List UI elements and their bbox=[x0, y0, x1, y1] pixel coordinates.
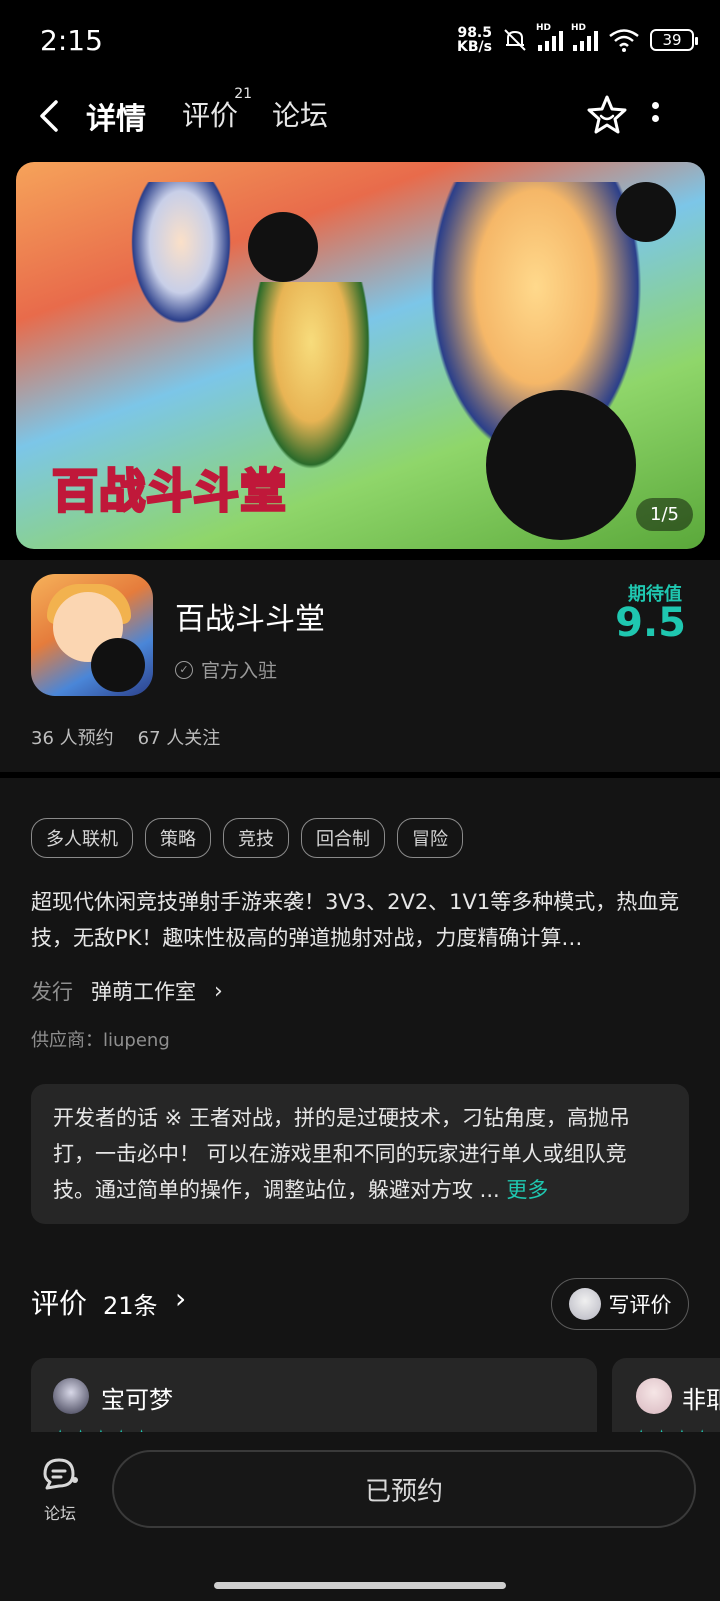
more-menu-icon[interactable] bbox=[648, 98, 662, 132]
game-description[interactable]: 超现代休闲竞技弹射手游来袭！3V3、2V2、1V1等多种模式，热血竞技，无敌PK… bbox=[31, 884, 691, 956]
battery-icon: 39 bbox=[650, 29, 698, 51]
app-icon bbox=[31, 574, 153, 696]
review-title[interactable]: 评价 bbox=[31, 1282, 87, 1322]
signal-icon-2: HD bbox=[571, 23, 598, 51]
tag-item[interactable]: 回合制 bbox=[301, 818, 385, 858]
tag-item[interactable]: 策略 bbox=[145, 818, 211, 858]
wifi-icon bbox=[609, 29, 639, 52]
check-circle-icon: ✓ bbox=[175, 660, 193, 679]
write-review-label: 写评价 bbox=[608, 1293, 672, 1317]
publisher-label: 发行 bbox=[31, 980, 73, 1004]
tab-detail[interactable]: 详情 bbox=[82, 94, 150, 140]
follower-count: 67 人关注 bbox=[137, 728, 221, 749]
details-section: 多人联机 策略 竞技 回合制 冒险 超现代休闲竞技弹射手游来袭！3V3、2V2、… bbox=[0, 778, 720, 1458]
developer-notes[interactable]: 开发者的话 ※ 王者对战，拼的是过硬技术，刁钻角度，高抛吊打，一击必中！ 可以在… bbox=[31, 1084, 689, 1224]
bomb-artwork-3 bbox=[486, 390, 636, 540]
tag-item[interactable]: 冒险 bbox=[397, 818, 463, 858]
tab-review-label: 评价 bbox=[182, 99, 239, 132]
favorite-star-icon[interactable] bbox=[586, 94, 628, 136]
review-count[interactable]: 21条 bbox=[103, 1286, 158, 1321]
more-link[interactable]: 更多 bbox=[506, 1178, 548, 1202]
bottom-bar: 论坛 已预约 bbox=[0, 1432, 720, 1601]
reviewer-avatar bbox=[636, 1378, 672, 1414]
user-avatar bbox=[568, 1288, 601, 1320]
app-name: 百战斗斗堂 bbox=[175, 602, 325, 637]
net-speed-value: 98.5 bbox=[457, 25, 492, 41]
home-indicator[interactable] bbox=[214, 1582, 506, 1589]
chevron-right-icon[interactable]: › bbox=[175, 1282, 186, 1315]
bomb-artwork-2 bbox=[616, 182, 676, 242]
tab-forum-label: 论坛 bbox=[272, 99, 329, 132]
tab-forum[interactable]: 论坛 bbox=[272, 94, 328, 134]
publisher-row[interactable]: 发行 弹萌工作室 › bbox=[31, 976, 223, 1006]
expect-score: 9.5 bbox=[615, 600, 686, 646]
publisher-name: 弹萌工作室 bbox=[91, 980, 196, 1004]
status-bar: 2:15 98.5 KB/s HD HD 39 bbox=[0, 0, 720, 82]
signal-icon: HD bbox=[536, 23, 563, 51]
status-time: 2:15 bbox=[40, 24, 103, 57]
reviewer-avatar bbox=[53, 1378, 89, 1414]
reviewer-name: 非耶 bbox=[682, 1386, 720, 1414]
screenshot-banner[interactable]: 百战斗斗堂 1/5 bbox=[16, 162, 705, 549]
mute-bell-icon bbox=[504, 29, 526, 51]
reviewer-name: 宝可梦 bbox=[101, 1386, 173, 1414]
status-icons: 98.5 KB/s HD HD 39 bbox=[457, 23, 698, 54]
net-speed-unit: KB/s bbox=[457, 39, 492, 55]
tag-item[interactable]: 竞技 bbox=[223, 818, 289, 858]
tab-review[interactable]: 评价 21 bbox=[182, 86, 252, 134]
tag-list: 多人联机 策略 竞技 回合制 冒险 bbox=[31, 818, 463, 858]
banner-character-artwork bbox=[126, 182, 236, 332]
tab-detail-label: 详情 bbox=[86, 102, 146, 137]
reserved-button[interactable]: 已预约 bbox=[112, 1450, 696, 1528]
forum-chat-icon bbox=[43, 1458, 78, 1490]
app-stats: 36 人预约 67 人关注 bbox=[31, 724, 220, 750]
app-info-section: 百战斗斗堂 ✓ 官方入驻 期待值 9.5 36 人预约 67 人关注 bbox=[0, 560, 720, 772]
tag-item[interactable]: 多人联机 bbox=[31, 818, 133, 858]
bomb-artwork bbox=[248, 212, 318, 282]
reservation-count: 36 人预约 bbox=[31, 728, 114, 749]
supplier-info: 供应商：liupeng bbox=[31, 1030, 170, 1051]
net-speed: 98.5 KB/s bbox=[457, 26, 492, 54]
banner-page-counter: 1/5 bbox=[636, 498, 693, 531]
review-header: 评价 21条 › 写评价 bbox=[31, 1278, 689, 1330]
banner-character-artwork-2 bbox=[246, 282, 376, 482]
forum-button[interactable]: 论坛 bbox=[36, 1454, 84, 1524]
chevron-right-icon: › bbox=[214, 978, 223, 1004]
write-review-button[interactable]: 写评价 bbox=[551, 1278, 689, 1330]
back-arrow-icon[interactable] bbox=[34, 96, 64, 136]
top-nav: 详情 评价 21 论坛 bbox=[0, 82, 720, 152]
tab-review-badge: 21 bbox=[234, 86, 253, 102]
official-badge: ✓ 官方入驻 bbox=[175, 656, 277, 683]
forum-label: 论坛 bbox=[43, 1504, 76, 1523]
game-logo: 百战斗斗堂 bbox=[51, 463, 288, 520]
official-label: 官方入驻 bbox=[201, 660, 278, 682]
